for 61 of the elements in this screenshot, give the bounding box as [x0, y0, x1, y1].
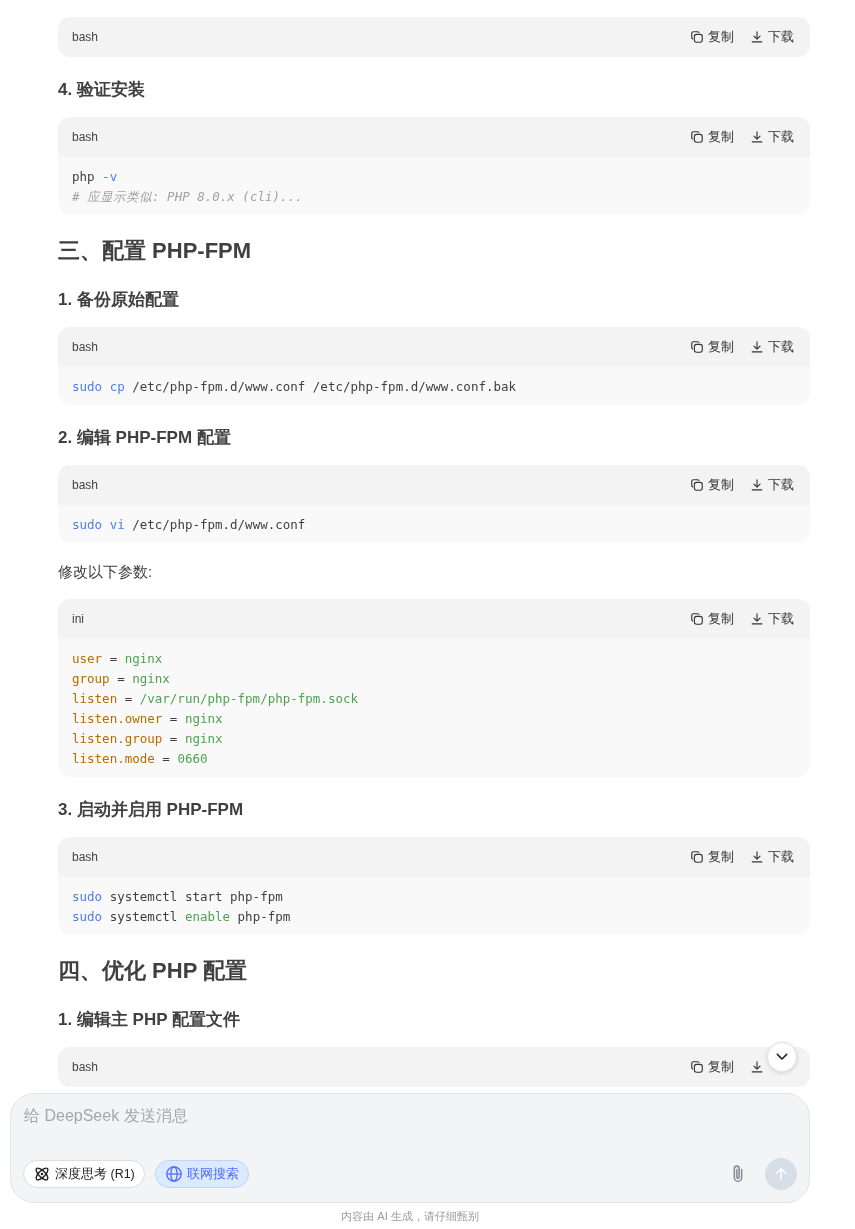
download-button[interactable]: 下载: [750, 610, 794, 628]
code-line: sudo vi /etc/php-fpm.d/www.conf: [72, 516, 307, 534]
deep-think-toggle[interactable]: 深度思考 (R1): [23, 1160, 145, 1188]
language-label: ini: [72, 612, 84, 626]
download-icon: [750, 1060, 764, 1074]
download-icon: [750, 30, 764, 44]
download-button[interactable]: 下载: [750, 476, 794, 494]
copy-icon: [690, 1060, 704, 1074]
section-heading: 四、优化 PHP 配置: [58, 957, 249, 985]
download-icon: [750, 478, 764, 492]
copy-icon: [690, 130, 704, 144]
step-heading: 1. 编辑主 PHP 配置文件: [58, 1009, 241, 1031]
language-label: bash: [72, 340, 99, 354]
language-label: bash: [72, 130, 99, 144]
code-line: user = nginx: [72, 650, 164, 668]
code-line: sudo systemctl enable php-fpm: [72, 908, 292, 926]
scroll-down-button[interactable]: [767, 1042, 797, 1072]
language-label: bash: [72, 1060, 99, 1074]
copy-button[interactable]: 复制: [690, 338, 734, 356]
code-line: sudo systemctl start php-fpm: [72, 888, 284, 906]
copy-button[interactable]: 复制: [690, 848, 734, 866]
code-line: listen = /var/run/php-fpm/php-fpm.sock: [72, 690, 359, 708]
step-heading: 4. 验证安装: [58, 79, 146, 101]
globe-icon: [164, 1165, 183, 1183]
copy-icon: [690, 478, 704, 492]
code-line: # 应显示类似: PHP 8.0.x (cli)...: [72, 188, 304, 206]
copy-icon: [690, 850, 704, 864]
copy-button[interactable]: 复制: [690, 476, 734, 494]
code-line: sudo cp /etc/php-fpm.d/www.conf /etc/php-fpm.d/www.conf.bak: [72, 378, 518, 396]
code-line: group = nginx: [72, 670, 171, 688]
download-icon: [750, 340, 764, 354]
disclaimer-text: 内容由 AI 生成，请仔细甄别: [340, 1209, 480, 1223]
download-button[interactable]: 下载: [750, 338, 794, 356]
step-heading: 2. 编辑 PHP-FPM 配置: [58, 427, 232, 449]
copy-icon: [690, 612, 704, 626]
message-input[interactable]: 给 DeepSeek 发送消息: [23, 1106, 797, 1132]
language-label: bash: [72, 478, 99, 492]
copy-button[interactable]: 复制: [690, 128, 734, 146]
download-icon: [750, 130, 764, 144]
code-line: listen.group = nginx: [72, 730, 224, 748]
download-button[interactable]: 下载: [750, 848, 794, 866]
language-label: bash: [72, 30, 99, 44]
copy-button[interactable]: 复制: [690, 28, 734, 46]
web-search-toggle[interactable]: 联网搜索: [154, 1160, 249, 1188]
section-heading: 三、配置 PHP-FPM: [58, 237, 253, 265]
step-heading: 1. 备份原始配置: [58, 289, 180, 311]
step-heading: 3. 启动并启用 PHP-FPM: [58, 799, 245, 821]
atom-icon: [33, 1165, 51, 1183]
code-line: listen.mode = 0660: [72, 750, 209, 768]
copy-button[interactable]: 复制: [690, 1058, 734, 1076]
download-icon: [750, 850, 764, 864]
download-button[interactable]: 下载: [750, 28, 794, 46]
download-icon: [750, 612, 764, 626]
code-line: php -v: [72, 168, 119, 186]
code-line: listen.owner = nginx: [72, 710, 224, 728]
download-button[interactable]: 下载: [750, 128, 794, 146]
copy-button[interactable]: 复制: [690, 610, 734, 628]
paragraph-text: 修改以下参数:: [58, 562, 154, 582]
language-label: bash: [72, 850, 99, 864]
copy-icon: [690, 30, 704, 44]
copy-icon: [690, 340, 704, 354]
